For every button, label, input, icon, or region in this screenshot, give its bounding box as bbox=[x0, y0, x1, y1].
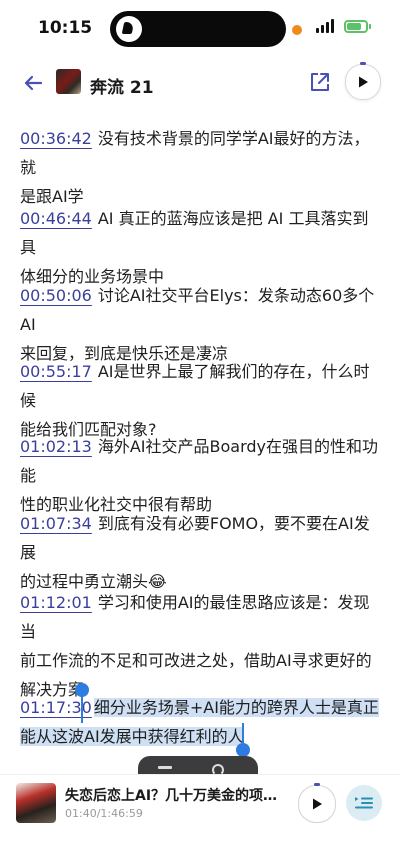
share-button[interactable] bbox=[306, 68, 334, 96]
chapter-item[interactable]: 00:55:17 AI是世界上最了解我们的存在，什么时候 能给我们匹配对象? bbox=[20, 357, 382, 444]
chapter-timestamp[interactable]: 01:07:34 bbox=[20, 514, 92, 533]
selection-start-caret bbox=[81, 693, 83, 723]
status-time: 10:15 bbox=[38, 18, 93, 38]
mini-player[interactable]: 失恋后恋上AI？几十万美金的项目... 01:40/1:46:59 bbox=[0, 774, 400, 831]
chapter-item[interactable]: 01:02:13 海外AI社交产品Boardy在强目的性和功能 性的职业化社交中很… bbox=[20, 432, 382, 519]
podcast-title: 奔流 21 bbox=[90, 78, 154, 98]
back-arrow-icon bbox=[24, 75, 43, 91]
playlist-icon bbox=[355, 797, 373, 809]
episode-header: 奔流 21 bbox=[0, 60, 400, 106]
now-playing-app-icon bbox=[116, 16, 142, 42]
copy-icon[interactable] bbox=[158, 766, 172, 769]
status-bar: 10:15 bbox=[0, 0, 400, 56]
selected-text[interactable]: 细分业务场景+AI能力的跨界人士是真正 bbox=[93, 698, 379, 717]
recording-indicator-icon bbox=[292, 25, 302, 35]
episode-title[interactable]: 失恋后恋上AI？几十万美金的项目... bbox=[65, 785, 279, 805]
dynamic-island[interactable] bbox=[110, 11, 286, 47]
chapter-timestamp[interactable]: 00:46:44 bbox=[20, 209, 92, 228]
playlist-button[interactable] bbox=[346, 785, 382, 821]
playback-time: 01:40/1:46:59 bbox=[65, 807, 143, 820]
selection-end-handle[interactable] bbox=[236, 743, 250, 757]
chapter-item[interactable]: 01:07:34 到底有没有必要FOMO，要不要在AI发展 的过程中勇立潮头😂 bbox=[20, 509, 382, 596]
chapter-timestamp[interactable]: 00:50:06 bbox=[20, 286, 92, 305]
chapter-item[interactable]: 00:36:42 没有技术背景的同学学AI最好的方法，就 是跟AI学 bbox=[20, 124, 382, 211]
play-icon bbox=[359, 76, 368, 88]
podcast-cover-thumbnail[interactable] bbox=[56, 69, 81, 94]
back-button[interactable] bbox=[18, 68, 48, 98]
chapter-item-selected[interactable]: 01:17:30 细分业务场景+AI能力的跨界人士是真正 能从这波AI发展中获得红… bbox=[20, 693, 382, 751]
chapter-text: 前工作流的不足和可改进之处，借助AI寻求更好的 bbox=[20, 651, 372, 670]
play-icon bbox=[313, 798, 322, 810]
chapter-item[interactable]: 00:50:06 讨论AI社交平台Elys：发条动态60多个AI 来回复，到底是快… bbox=[20, 281, 382, 368]
header-play-button[interactable] bbox=[345, 62, 381, 100]
chapter-item[interactable]: 00:46:44 AI 真正的蓝海应该是把 AI 工具落实到具 体细分的业务场景中 bbox=[20, 204, 382, 291]
mini-play-button[interactable] bbox=[298, 783, 336, 823]
episode-cover[interactable] bbox=[16, 783, 56, 823]
chapter-timestamp[interactable]: 00:55:17 bbox=[20, 362, 92, 381]
signal-icon bbox=[316, 19, 336, 33]
selected-text[interactable]: 能从这波AI发展中获得红利的人 bbox=[20, 727, 244, 746]
battery-icon bbox=[344, 20, 368, 33]
chapter-item[interactable]: 01:12:01 学习和使用AI的最佳思路应该是：发现当 前工作流的不足和可改进之… bbox=[20, 588, 382, 704]
chapter-timestamp[interactable]: 01:12:01 bbox=[20, 593, 92, 612]
chapter-timestamp[interactable]: 00:36:42 bbox=[20, 129, 92, 148]
share-icon bbox=[311, 73, 329, 91]
chapter-timestamp[interactable]: 01:02:13 bbox=[20, 437, 92, 456]
